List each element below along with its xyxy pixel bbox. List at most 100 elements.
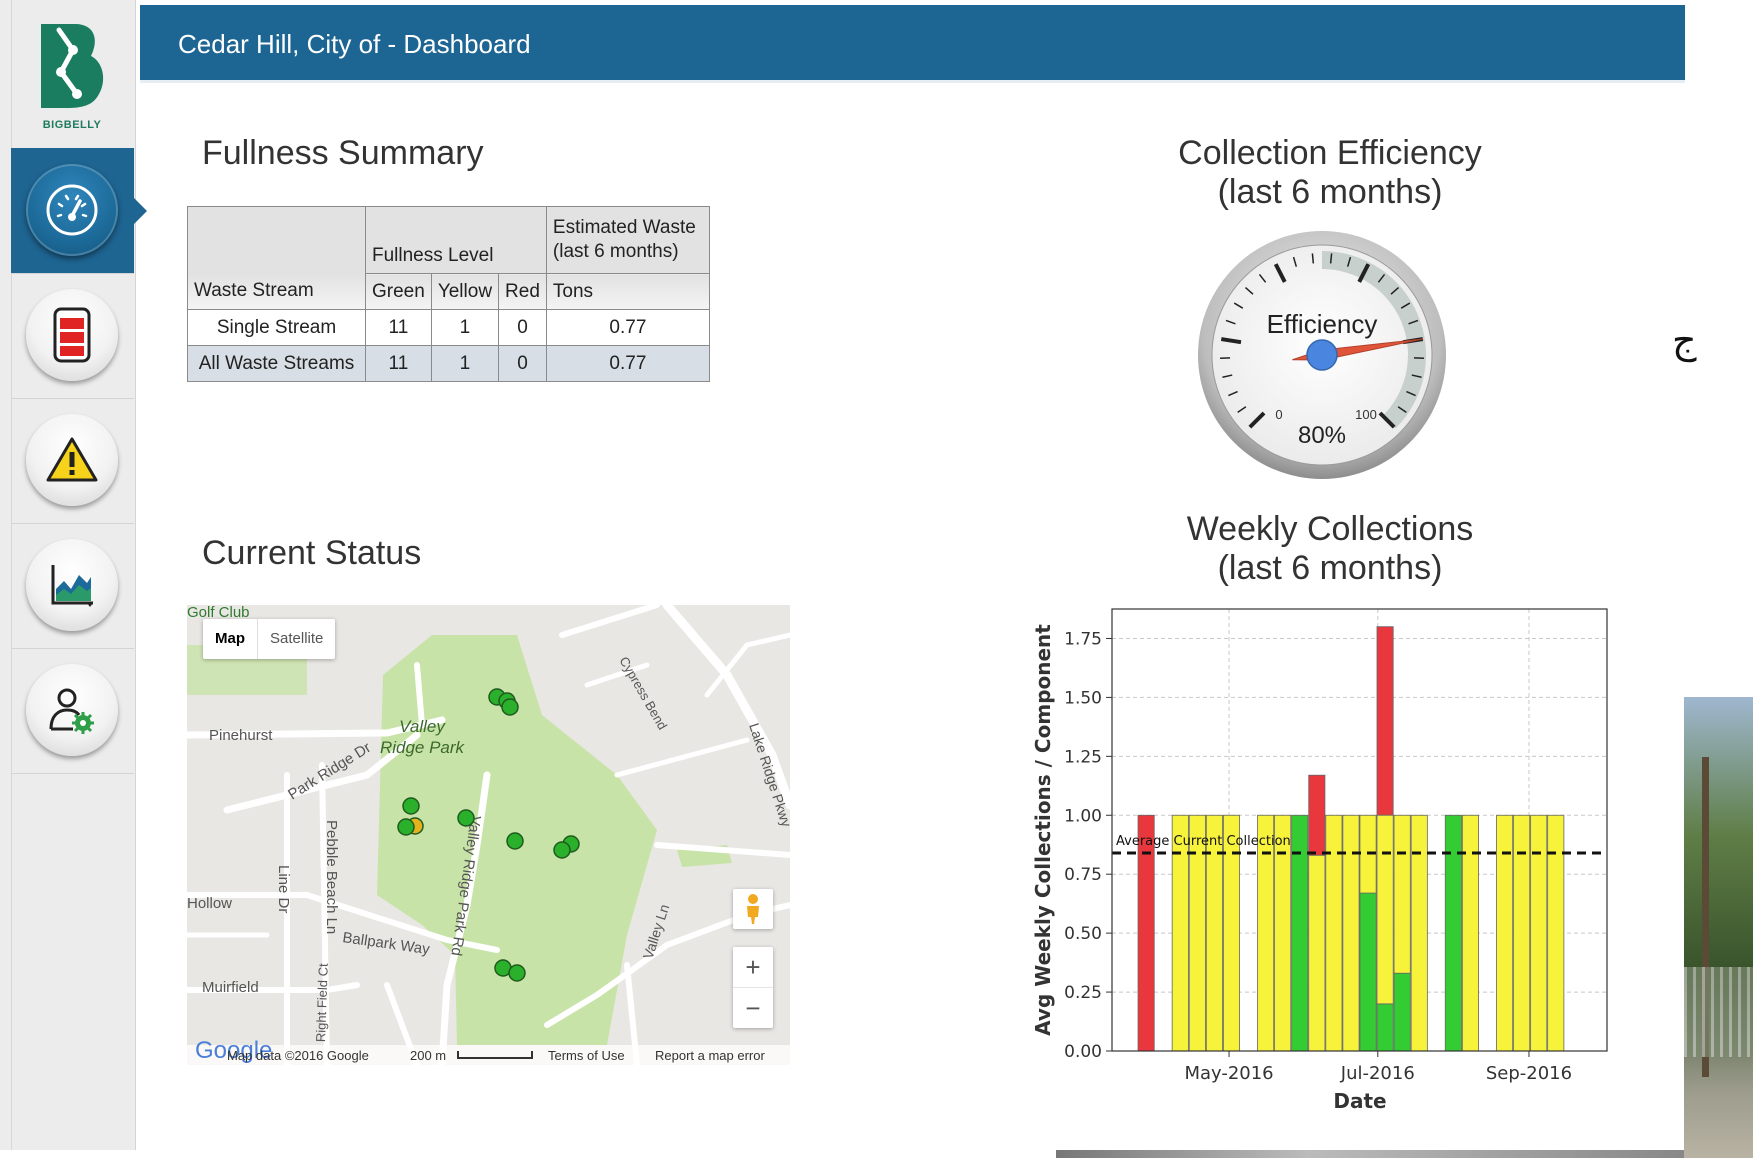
chart-bar-green	[1291, 814, 1309, 1052]
gauge-value: 80%	[1298, 422, 1346, 449]
alerts-button[interactable]	[26, 414, 118, 506]
reports-button[interactable]	[26, 539, 118, 631]
nav-alerts[interactable]	[11, 398, 134, 524]
street-view-pegman[interactable]	[733, 889, 773, 929]
bin-marker[interactable]	[402, 797, 420, 815]
efficiency-gauge: Efficiency 0 100 80%	[1198, 231, 1446, 479]
logo-text: BIGBELLY	[42, 119, 102, 131]
chart-y-axis: 0.00 0.25 0.50 0.75 1.00 1.25 1.50 1.75	[1064, 629, 1112, 1062]
tons-value: 0.77	[545, 309, 710, 346]
collection-efficiency-title: Collection Efficiency (last 6 months)	[1110, 134, 1550, 212]
status-map[interactable]: Golf Club Pinehurst Park Ridge Dr Valley…	[187, 605, 790, 1065]
table-header-blank	[187, 206, 366, 274]
bin-marker[interactable]	[501, 698, 519, 716]
map-scale-label: 200 m	[410, 1048, 447, 1063]
map-footer: Google Map data ©2016 Google 200 m Terms…	[187, 1037, 790, 1065]
map-canvas[interactable]: Golf Club Pinehurst Park Ridge Dr Valley…	[187, 605, 790, 1065]
chart-y-tick-label: 0.00	[1064, 1042, 1102, 1062]
gauge-label: Efficiency	[1267, 309, 1378, 339]
table-row: All Waste Streams 11 1 0 0.77	[187, 345, 710, 382]
map-label-line-dr: Line Dr	[275, 865, 292, 913]
report-map-error-link[interactable]: Report a map error	[655, 1048, 765, 1063]
user-settings-icon	[49, 688, 94, 734]
chart-bar-yellow	[1376, 814, 1394, 1005]
red-count: 0	[498, 309, 547, 346]
chart-x-tick-label: May-2016	[1184, 1063, 1273, 1084]
chart-bar-yellow	[1547, 814, 1565, 1052]
background-photo-strip	[1056, 1150, 1684, 1158]
chart-y-axis-label: Avg Weekly Collections / Component	[1031, 624, 1055, 1036]
map-label-hollow: Hollow	[187, 895, 232, 912]
terms-of-use-link[interactable]: Terms of Use	[548, 1048, 625, 1063]
nav-fullness[interactable]	[11, 273, 134, 399]
dashboard-gauge-icon	[46, 184, 98, 236]
fullness-button[interactable]	[26, 289, 118, 381]
nav-reports[interactable]	[11, 523, 134, 649]
waste-stream-header: Waste Stream	[187, 273, 366, 310]
dashboard-button[interactable]	[26, 164, 118, 256]
bin-marker[interactable]	[506, 832, 524, 850]
fullness-summary-title: Fullness Summary	[202, 134, 484, 172]
stream-name: Single Stream	[187, 309, 366, 346]
bin-marker[interactable]	[508, 964, 526, 982]
tons-value: 0.77	[545, 345, 710, 382]
reports-chart-icon	[51, 565, 93, 607]
chart-y-tick-label: 1.75	[1064, 629, 1102, 649]
chart-bar-yellow	[1188, 814, 1206, 1052]
table-subheader-row: Waste Stream Green Yellow Red Tons	[187, 273, 710, 310]
bin-marker[interactable]	[397, 818, 415, 836]
page-title: Cedar Hill, City of - Dashboard	[178, 29, 531, 59]
chart-bar-yellow	[1205, 814, 1223, 1052]
collection-efficiency-title-line2: (last 6 months)	[1217, 173, 1443, 211]
chart-bar-yellow	[1393, 814, 1411, 974]
chart-y-tick-label: 1.25	[1064, 747, 1102, 767]
fullness-summary-table: Fullness Level Estimated Waste (last 6 m…	[187, 206, 710, 382]
user-settings-button[interactable]	[26, 664, 118, 756]
red-count: 0	[498, 345, 547, 382]
bin-marker[interactable]	[457, 809, 475, 827]
chart-bar-yellow	[1342, 814, 1360, 1052]
chart-bar-yellow	[1530, 814, 1548, 1052]
chart-bar-yellow	[1461, 814, 1479, 1052]
estimated-waste-header: Estimated Waste (last 6 months)	[545, 206, 710, 274]
gauge-tick	[1329, 253, 1333, 264]
weekly-collections-title-line1: Weekly Collections	[1186, 510, 1474, 548]
chart-x-axis-label: Date	[1333, 1089, 1386, 1113]
zoom-in-button[interactable]: +	[733, 947, 773, 988]
gauge-hub	[1306, 339, 1338, 371]
chart-y-tick-label: 0.75	[1064, 865, 1102, 885]
chart-bar-red	[1137, 814, 1155, 1052]
nav-dashboard[interactable]	[11, 148, 147, 274]
bigbelly-logo[interactable]: BIGBELLY	[30, 20, 114, 140]
map-scale-bar	[457, 1051, 533, 1059]
chart-bar-red	[1308, 774, 1326, 856]
zoom-out-button[interactable]: −	[733, 988, 773, 1028]
bin-marker[interactable]	[553, 841, 571, 859]
green-header: Green	[365, 273, 432, 310]
chart-bar-yellow	[1171, 814, 1189, 1052]
chart-bar-yellow	[1325, 814, 1343, 1052]
chart-y-tick-label: 0.25	[1064, 983, 1102, 1003]
map-label-pinehurst: Pinehurst	[209, 727, 273, 744]
weekly-collections-title-line2: (last 6 months)	[1217, 549, 1443, 587]
background-photo	[1684, 697, 1753, 1158]
average-collection-label: Average Current Collection	[1116, 834, 1291, 849]
chart-bar-green	[1376, 1003, 1394, 1052]
gauge-tick	[1311, 253, 1315, 264]
chart-bar-yellow	[1222, 814, 1240, 1052]
fullness-bin-icon	[53, 307, 91, 363]
stray-glyph: ج	[1672, 320, 1697, 362]
nav-user-settings[interactable]	[11, 648, 134, 774]
photo-fence	[1684, 967, 1753, 1057]
map-type-satellite-button[interactable]: Satellite	[258, 619, 335, 659]
collection-efficiency-title-line1: Collection Efficiency	[1178, 134, 1482, 172]
table-header-row: Fullness Level Estimated Waste (last 6 m…	[187, 206, 710, 274]
map-type-map-button[interactable]: Map	[203, 619, 258, 659]
chart-bar-yellow	[1257, 814, 1275, 1052]
red-header: Red	[498, 273, 547, 310]
zoom-controls: + −	[733, 947, 773, 1028]
chart-x-axis: May-2016 Jul-2016 Sep-2016	[1184, 1051, 1572, 1084]
chart-y-tick-label: 1.00	[1064, 806, 1102, 826]
tons-header: Tons	[545, 273, 710, 310]
gauge-min-label: 0	[1275, 407, 1282, 422]
